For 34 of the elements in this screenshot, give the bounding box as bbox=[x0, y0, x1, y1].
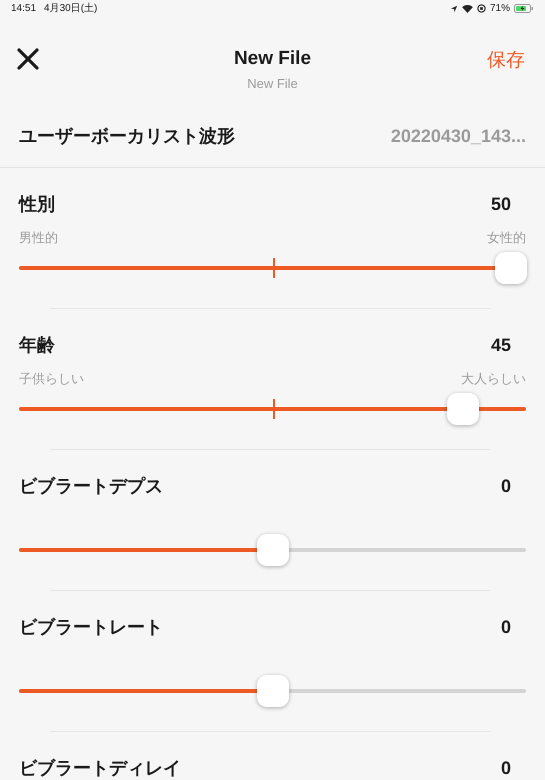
setting-title: ビブラートレート bbox=[19, 616, 163, 638]
setting-value: 0 bbox=[500, 474, 511, 498]
setting-value: 0 bbox=[500, 616, 511, 638]
file-name[interactable]: 20220430_143... bbox=[390, 122, 526, 150]
setting-title: ビブラートデプス bbox=[19, 474, 163, 498]
setting-value: 45 bbox=[490, 334, 511, 356]
close-button[interactable] bbox=[16, 47, 40, 71]
battery-percent: 71% bbox=[490, 2, 510, 16]
setting-value: 0 bbox=[500, 756, 511, 780]
center-tick bbox=[272, 399, 274, 419]
max-label: 大人らしい bbox=[461, 370, 526, 388]
slider-thumb[interactable] bbox=[447, 393, 480, 425]
wifi-icon bbox=[462, 4, 473, 12]
battery-icon bbox=[514, 4, 534, 13]
slider-thumb[interactable] bbox=[256, 675, 288, 707]
setting-value: 50 bbox=[490, 192, 511, 216]
setting-title: 性別 bbox=[19, 192, 55, 216]
setting-title: ビブラートディレイ bbox=[19, 756, 181, 780]
save-button[interactable]: 保存 bbox=[487, 46, 525, 76]
status-time: 14:51 bbox=[11, 2, 36, 16]
rotation-lock-icon bbox=[476, 4, 486, 13]
close-icon bbox=[16, 47, 40, 71]
min-label: 男性的 bbox=[19, 229, 58, 248]
slider-thumb[interactable] bbox=[256, 534, 288, 566]
min-label: 子供らしい bbox=[19, 370, 84, 388]
location-icon bbox=[450, 4, 458, 12]
setting-title: 年齢 bbox=[19, 334, 55, 356]
center-tick bbox=[272, 258, 274, 278]
file-label: ユーザーボーカリスト波形 bbox=[19, 124, 235, 148]
status-date: 4月30日(土) bbox=[44, 2, 98, 16]
header-title: New File bbox=[234, 47, 312, 71]
max-label: 女性的 bbox=[487, 229, 526, 248]
header-subtitle: New File bbox=[247, 75, 298, 93]
slider-thumb[interactable] bbox=[494, 252, 527, 284]
